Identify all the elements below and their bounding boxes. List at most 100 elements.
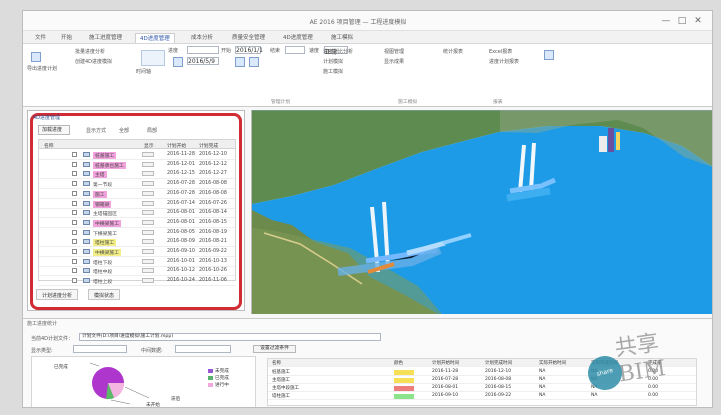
row-checkbox[interactable] (72, 239, 77, 245)
timeline-date-input[interactable]: 2016/5/9 (187, 57, 219, 65)
maximize-button[interactable]: □ (675, 15, 689, 27)
row-plan-start: 2016-10-12 (167, 268, 195, 274)
ribbon-view-label[interactable]: 视图管理 (384, 48, 404, 55)
ribbon-excel-label[interactable]: Excel报表 (489, 48, 512, 55)
schedule-row[interactable]: 桩基承台施工 2016-12-01 2016-12-12 (39, 159, 235, 170)
export-plan-icon[interactable] (31, 52, 41, 62)
ribbon-schedule-report-label[interactable]: 进度计划报表 (489, 58, 519, 65)
schedule-row[interactable]: 中横梁施工 2016-09-10 2016-09-22 (39, 247, 235, 257)
schedule-row[interactable]: 塔柱中段 2016-10-12 2016-10-26 (39, 266, 235, 277)
filter-button[interactable]: 设置过滤条件 (253, 345, 296, 353)
menu-tab-sim[interactable]: 施工模拟 (327, 33, 357, 43)
schedule-row[interactable]: 第一节段 2016-07-28 2016-08-08 (39, 179, 235, 190)
schedule-row[interactable]: 中横梁施工 2016-08-01 2016-08-15 (39, 217, 235, 228)
legend-done: 已完成 (208, 375, 229, 381)
row-checkbox[interactable] (72, 190, 77, 196)
menu-tab-4d[interactable]: 4D进度管理 (135, 33, 175, 43)
stats-plan-start: 2016-11-28 (432, 369, 459, 374)
menu-tab-file[interactable]: 文件 (31, 33, 50, 43)
col-plan-start: 计划开始 (167, 144, 187, 149)
row-checkbox[interactable] (72, 268, 77, 274)
load-progress-button[interactable]: 加载进度 (38, 125, 70, 135)
schedule-row[interactable]: 主塔锚固区 2016-08-01 2016-08-14 (39, 208, 235, 219)
schedule-row[interactable]: 塔柱上段 2016-10-24 2016-11-06 (39, 276, 235, 287)
play-icon[interactable] (173, 57, 183, 67)
legend-inprogress: 进行中 (208, 382, 229, 388)
row-checkbox[interactable] (72, 258, 77, 264)
display-type-select[interactable] (73, 345, 127, 353)
schedule-row[interactable]: 塔柱下段 2016-10-01 2016-10-13 (39, 257, 235, 267)
simulate-label: 时间轴 (136, 69, 152, 75)
row-plan-end: 2016-10-13 (199, 258, 227, 264)
3d-viewport[interactable] (251, 110, 712, 314)
row-display-bar (142, 190, 154, 196)
menu-tab-home[interactable]: 开始 (57, 33, 76, 43)
row-checkbox[interactable] (72, 200, 77, 206)
stop-icon[interactable] (249, 57, 259, 67)
progress-select[interactable] (187, 46, 219, 54)
close-button[interactable]: ✕ (691, 15, 705, 27)
schedule-row[interactable]: 塔柱施工 2016-08-09 2016-08-21 (39, 237, 235, 248)
row-checkbox[interactable] (72, 278, 77, 284)
row-plan-end: 2016-07-26 (199, 200, 227, 206)
row-plan-end: 2016-10-26 (199, 268, 227, 274)
stats-row[interactable]: 塔柱施工 2016-09-10 2016-09-22 NA NA 0.00 (268, 392, 696, 400)
ribbon-result-label[interactable]: 显示成果 (384, 58, 404, 65)
task-icon (83, 190, 90, 196)
task-icon (83, 268, 90, 274)
stats-plan-end: 2016-08-15 (485, 385, 512, 390)
row-checkbox[interactable] (72, 161, 77, 167)
tab-sim-status[interactable]: 模拟状态 (88, 289, 121, 300)
row-plan-end: 2016-08-08 (199, 190, 227, 196)
row-display-bar (142, 258, 154, 264)
tab-plan-analysis[interactable]: 计划进度分析 (36, 289, 79, 300)
row-checkbox[interactable] (72, 219, 77, 225)
stats-name: 主塔中段施工 (272, 386, 299, 391)
menu-tab-4d-2[interactable]: 4D进度管理 (279, 33, 317, 43)
stats-actual-start: NA (539, 385, 546, 390)
schedule-row[interactable]: 主塔 2016-12-15 2016-12-27 (39, 169, 235, 180)
start-select[interactable]: 2016/1/1 (235, 46, 263, 54)
row-checkbox[interactable] (72, 210, 77, 216)
schedule-table-header: 名称 显示 计划开始 计划完成 (39, 140, 235, 149)
menu-tab-quality[interactable]: 质量安全管理 (228, 33, 269, 43)
row-checkbox[interactable] (72, 249, 77, 254)
ribbon-plan-label[interactable]: 计划模拟 (323, 58, 343, 65)
row-plan-end: 2016-12-10 (199, 152, 227, 157)
stats-name: 塔柱施工 (272, 394, 290, 399)
pause-icon[interactable] (235, 57, 245, 67)
row-checkbox[interactable] (72, 181, 77, 187)
col-display: 显示 (144, 144, 154, 149)
middle-data-select[interactable] (175, 345, 231, 353)
ribbon-compare-label[interactable]: 进度对比分析 (323, 48, 353, 55)
minimize-button[interactable]: — (659, 15, 673, 27)
report-icon[interactable] (544, 50, 554, 60)
batch-analysis-label[interactable]: 批量进度分析 (75, 48, 105, 55)
row-plan-start: 2016-08-09 (167, 239, 195, 245)
stats-color-swatch (394, 370, 414, 375)
menu-tab-cost[interactable]: 成本分析 (187, 33, 217, 43)
4d-simulation-button[interactable] (141, 50, 165, 66)
ribbon-report-label[interactable]: 统计报表 (443, 48, 463, 55)
end-label: 结束 (270, 48, 281, 54)
row-checkbox[interactable] (72, 171, 77, 177)
schedule-row[interactable]: 钢箱梁 2016-07-14 2016-07-26 (39, 198, 235, 209)
plan-path-input[interactable]: 计划文件(D:\项目\进度模拟\施工计划.mpp) (79, 333, 381, 341)
schedule-row[interactable]: 施工 2016-07-28 2016-08-08 (39, 188, 235, 199)
schedule-row[interactable]: 下横梁施工 2016-08-05 2016-08-19 (39, 228, 235, 238)
create-4d-label[interactable]: 创建4D进度模拟 (75, 58, 112, 65)
row-plan-end: 2016-08-15 (199, 219, 227, 225)
end-select[interactable] (285, 46, 305, 54)
ribbon-simulation-label[interactable]: 施工模拟 (323, 68, 343, 75)
title-bar: AE 2016 项目管理 — 工程进度模拟 — □ ✕ (23, 11, 712, 31)
menu-tab-construction[interactable]: 施工进度管理 (85, 33, 126, 43)
pie-label-done: 已完成 (54, 365, 68, 370)
row-plan-end: 2016-08-21 (199, 239, 227, 245)
row-task-name: 中横梁施工 (93, 249, 121, 256)
col-name: 名称 (44, 144, 54, 149)
schedule-row[interactable]: 桩基施工 2016-11-28 2016-12-10 (39, 150, 235, 160)
row-checkbox[interactable] (72, 152, 77, 157)
row-plan-end: 2016-12-12 (199, 161, 227, 167)
row-task-name: 钢箱梁 (93, 200, 112, 208)
row-checkbox[interactable] (72, 229, 77, 235)
